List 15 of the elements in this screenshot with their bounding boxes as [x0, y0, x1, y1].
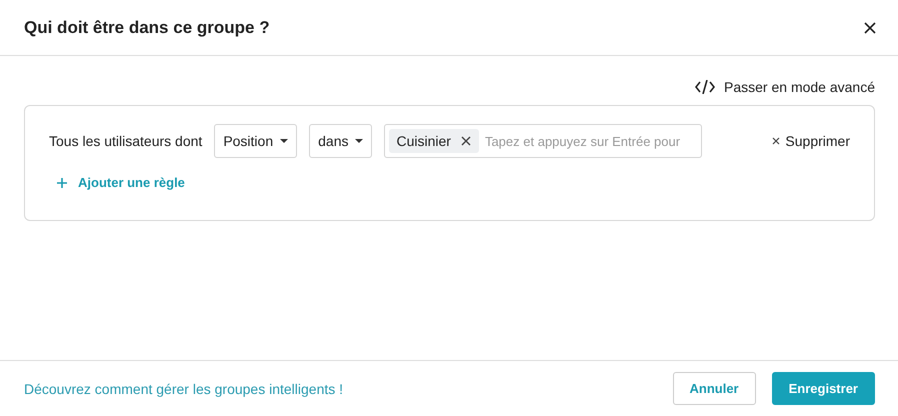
caret-icon	[280, 139, 288, 143]
advanced-mode-link[interactable]: Passer en mode avancé	[695, 79, 875, 95]
operator-dropdown[interactable]: dans	[309, 124, 372, 158]
close-icon[interactable]	[864, 22, 876, 34]
plus-icon	[57, 178, 67, 188]
dialog-title: Qui doit être dans ce groupe ?	[24, 18, 270, 38]
close-icon[interactable]	[460, 136, 471, 146]
code-icon	[695, 80, 716, 94]
delete-button[interactable]: Supprimer	[772, 133, 850, 149]
tag-input-field[interactable]: Cuisinier Tapez et appuyez sur Entrée pour	[384, 124, 702, 158]
tag-label: Cuisinier	[396, 133, 451, 149]
caret-icon	[355, 139, 364, 143]
close-icon	[772, 137, 780, 145]
field-dropdown[interactable]: Position	[214, 124, 298, 158]
rule-prefix: Tous les utilisateurs dont	[49, 133, 202, 149]
